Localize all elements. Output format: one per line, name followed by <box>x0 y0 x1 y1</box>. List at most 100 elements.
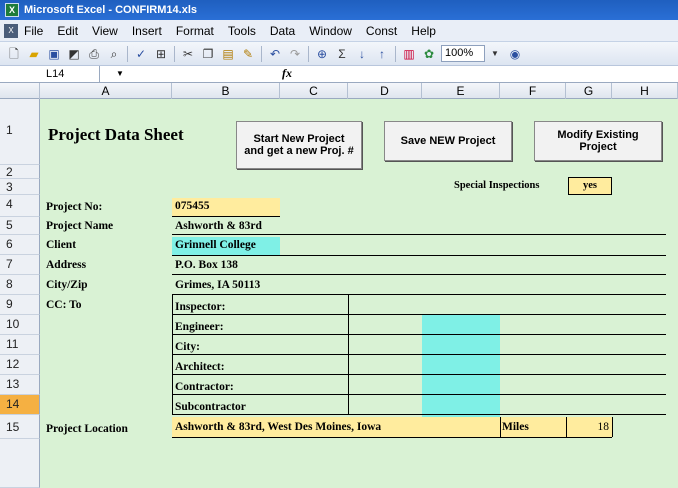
menu-edit[interactable]: Edit <box>57 24 78 38</box>
client-label: Client <box>46 239 77 251</box>
name-box-value: L14 <box>46 68 65 80</box>
autosum-icon[interactable]: Σ <box>334 46 350 62</box>
menu-window[interactable]: Window <box>309 24 352 38</box>
toolbar-separator <box>127 45 128 62</box>
spelling-icon[interactable]: ✓ <box>133 46 149 62</box>
formula-bar: L14 ▼ fx <box>0 66 678 83</box>
column-header-f[interactable]: F <box>500 83 566 99</box>
modify-existing-project-button[interactable]: Modify Existing Project <box>534 121 662 161</box>
miles-label: Miles <box>500 417 566 437</box>
save-new-project-button[interactable]: Save NEW Project <box>384 121 512 161</box>
chart-wizard-icon[interactable]: ▥ <box>401 46 417 62</box>
row-header-14[interactable]: 14 <box>0 395 40 415</box>
column-header-h[interactable]: H <box>612 83 678 99</box>
row-header-11[interactable]: 11 <box>0 335 40 355</box>
row-header-7[interactable]: 7 <box>0 255 40 275</box>
row-header-15[interactable]: 15 <box>0 415 40 439</box>
row-header-10[interactable]: 10 <box>0 315 40 335</box>
sort-ascending-icon[interactable]: ↓ <box>354 46 370 62</box>
cc-architect-label: Architect: <box>175 361 225 373</box>
column-header-g[interactable]: G <box>566 83 612 99</box>
address-label: Address <box>46 259 87 271</box>
standard-toolbar: 🗋 ▰ ▣ ◩ ⎙ ⌕ ✓ ⊞ ✂ ❐ ▤ ✎ ↶ ↷ ⊕ Σ ↓ ↑ ▥ ✿ … <box>0 42 678 66</box>
help-icon[interactable]: ◉ <box>507 46 523 62</box>
rule-line <box>172 354 666 355</box>
row-header-3[interactable]: 3 <box>0 179 40 195</box>
column-header-b[interactable]: B <box>172 83 280 99</box>
save-icon[interactable]: ▣ <box>46 46 62 62</box>
sort-descending-icon[interactable]: ↑ <box>374 46 390 62</box>
address-value[interactable]: P.O. Box 138 <box>175 257 238 273</box>
name-box[interactable]: L14 <box>0 66 100 82</box>
research-icon[interactable]: ⊞ <box>153 46 169 62</box>
rule-line <box>172 294 173 414</box>
toolbar-separator <box>261 45 262 62</box>
row-header-13[interactable]: 13 <box>0 375 40 395</box>
city-zip-value[interactable]: Grimes, IA 50113 <box>175 277 260 293</box>
chevron-down-icon[interactable]: ▼ <box>116 69 124 78</box>
rule-line <box>172 314 666 315</box>
rule-line <box>172 216 280 217</box>
rule-line <box>172 255 666 256</box>
undo-icon[interactable]: ↶ <box>267 46 283 62</box>
project-location-value[interactable]: Ashworth & 83rd, West Des Moines, Iowa <box>172 417 500 437</box>
cc-to-label: CC: To <box>46 299 82 311</box>
row-header-6[interactable]: 6 <box>0 235 40 255</box>
menu-help[interactable]: Help <box>411 24 436 38</box>
toolbar-separator <box>395 45 396 62</box>
menu-insert[interactable]: Insert <box>132 24 162 38</box>
column-header-a[interactable]: A <box>40 83 172 99</box>
zoom-select[interactable]: 100% <box>441 45 485 62</box>
rule-line <box>172 374 666 375</box>
row-header-5[interactable]: 5 <box>0 217 40 235</box>
format-painter-icon[interactable]: ✎ <box>240 46 256 62</box>
print-preview-icon[interactable]: ⌕ <box>106 46 122 62</box>
workbook-icon[interactable]: X <box>4 23 18 38</box>
copy-icon[interactable]: ❐ <box>200 46 216 62</box>
menu-bar: X File Edit View Insert Format Tools Dat… <box>0 20 678 42</box>
cut-icon[interactable]: ✂ <box>180 46 196 62</box>
column-header-e[interactable]: E <box>422 83 500 99</box>
miles-value[interactable]: 18 <box>566 417 612 437</box>
drawing-icon[interactable]: ✿ <box>421 46 437 62</box>
menu-data[interactable]: Data <box>270 24 295 38</box>
select-all-corner[interactable] <box>0 83 40 99</box>
project-no-value[interactable]: 075455 <box>172 198 280 216</box>
permission-icon[interactable]: ◩ <box>66 46 82 62</box>
open-icon[interactable]: ▰ <box>26 46 42 62</box>
menu-format[interactable]: Format <box>176 24 214 38</box>
project-no-label: Project No: <box>46 201 103 213</box>
row-header-12[interactable]: 12 <box>0 355 40 375</box>
page-title: Project Data Sheet <box>48 125 184 144</box>
row-header-16[interactable] <box>0 439 40 488</box>
client-value[interactable]: Grinnell College <box>172 237 280 255</box>
chevron-down-icon[interactable]: ▼ <box>487 46 503 62</box>
new-icon[interactable]: 🗋 <box>6 46 22 62</box>
menu-tools[interactable]: Tools <box>228 24 256 38</box>
toolbar-separator <box>174 45 175 62</box>
paste-icon[interactable]: ▤ <box>220 46 236 62</box>
menu-view[interactable]: View <box>92 24 118 38</box>
redo-icon[interactable]: ↷ <box>287 46 303 62</box>
row-header-4[interactable]: 4 <box>0 195 40 217</box>
special-inspections-value[interactable]: yes <box>568 177 612 195</box>
start-new-project-button[interactable]: Start New Project and get a new Proj. # <box>236 121 362 169</box>
worksheet-grid[interactable]: 1 2 3 4 5 6 7 8 9 10 11 12 13 14 15 Proj… <box>0 99 678 488</box>
cc-city-label: City: <box>175 341 200 353</box>
row-header-8[interactable]: 8 <box>0 275 40 295</box>
project-name-value[interactable]: Ashworth & 83rd <box>175 218 262 234</box>
row-header-1[interactable]: 1 <box>0 99 40 165</box>
menu-const[interactable]: Const <box>366 24 397 38</box>
row-header-2[interactable]: 2 <box>0 165 40 179</box>
menu-file[interactable]: File <box>24 24 43 38</box>
cc-engineer-label: Engineer: <box>175 321 224 333</box>
column-header-d[interactable]: D <box>348 83 422 99</box>
column-header-c[interactable]: C <box>280 83 348 99</box>
column-headers: A B C D E F G H <box>0 83 678 99</box>
hyperlink-icon[interactable]: ⊕ <box>314 46 330 62</box>
print-icon[interactable]: ⎙ <box>86 46 102 62</box>
fx-icon[interactable]: fx <box>282 66 292 81</box>
cc-subcontractor-label: Subcontractor <box>175 401 246 413</box>
rule-line <box>172 437 612 438</box>
row-header-9[interactable]: 9 <box>0 295 40 315</box>
